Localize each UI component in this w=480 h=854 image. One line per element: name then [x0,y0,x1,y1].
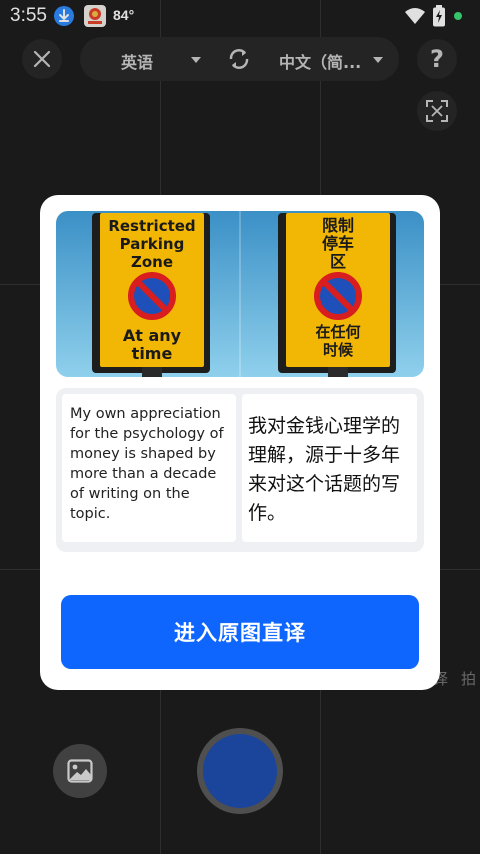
comparison-image: Restricted Parking Zone At any time 限制 停… [56,211,424,377]
source-text: My own appreciation for the psychology o… [62,394,236,542]
sign-comparison-illustration: Restricted Parking Zone At any time 限制 停… [56,211,424,377]
sign-line: 区 [330,252,346,271]
translated-text: 我对金钱心理学的理解，源于十多年来对这个话题的写作。 [242,394,417,542]
sign-line: 时候 [323,341,354,359]
sign-line: 在任何 [315,323,360,341]
sign-line: Zone [131,253,173,271]
enter-original-translation-button[interactable]: 进入原图直译 [61,595,419,669]
translation-preview-dialog: Restricted Parking Zone At any time 限制 停… [40,195,440,690]
sign-line: Parking [120,235,185,253]
text-comparison-card: My own appreciation for the psychology o… [56,388,424,552]
sign-line: 停车 [322,234,354,253]
sign-line: At any [123,326,182,345]
sign-line: 限制 [322,216,354,235]
sign-line: Restricted [108,217,195,235]
sign-line: time [132,344,173,363]
